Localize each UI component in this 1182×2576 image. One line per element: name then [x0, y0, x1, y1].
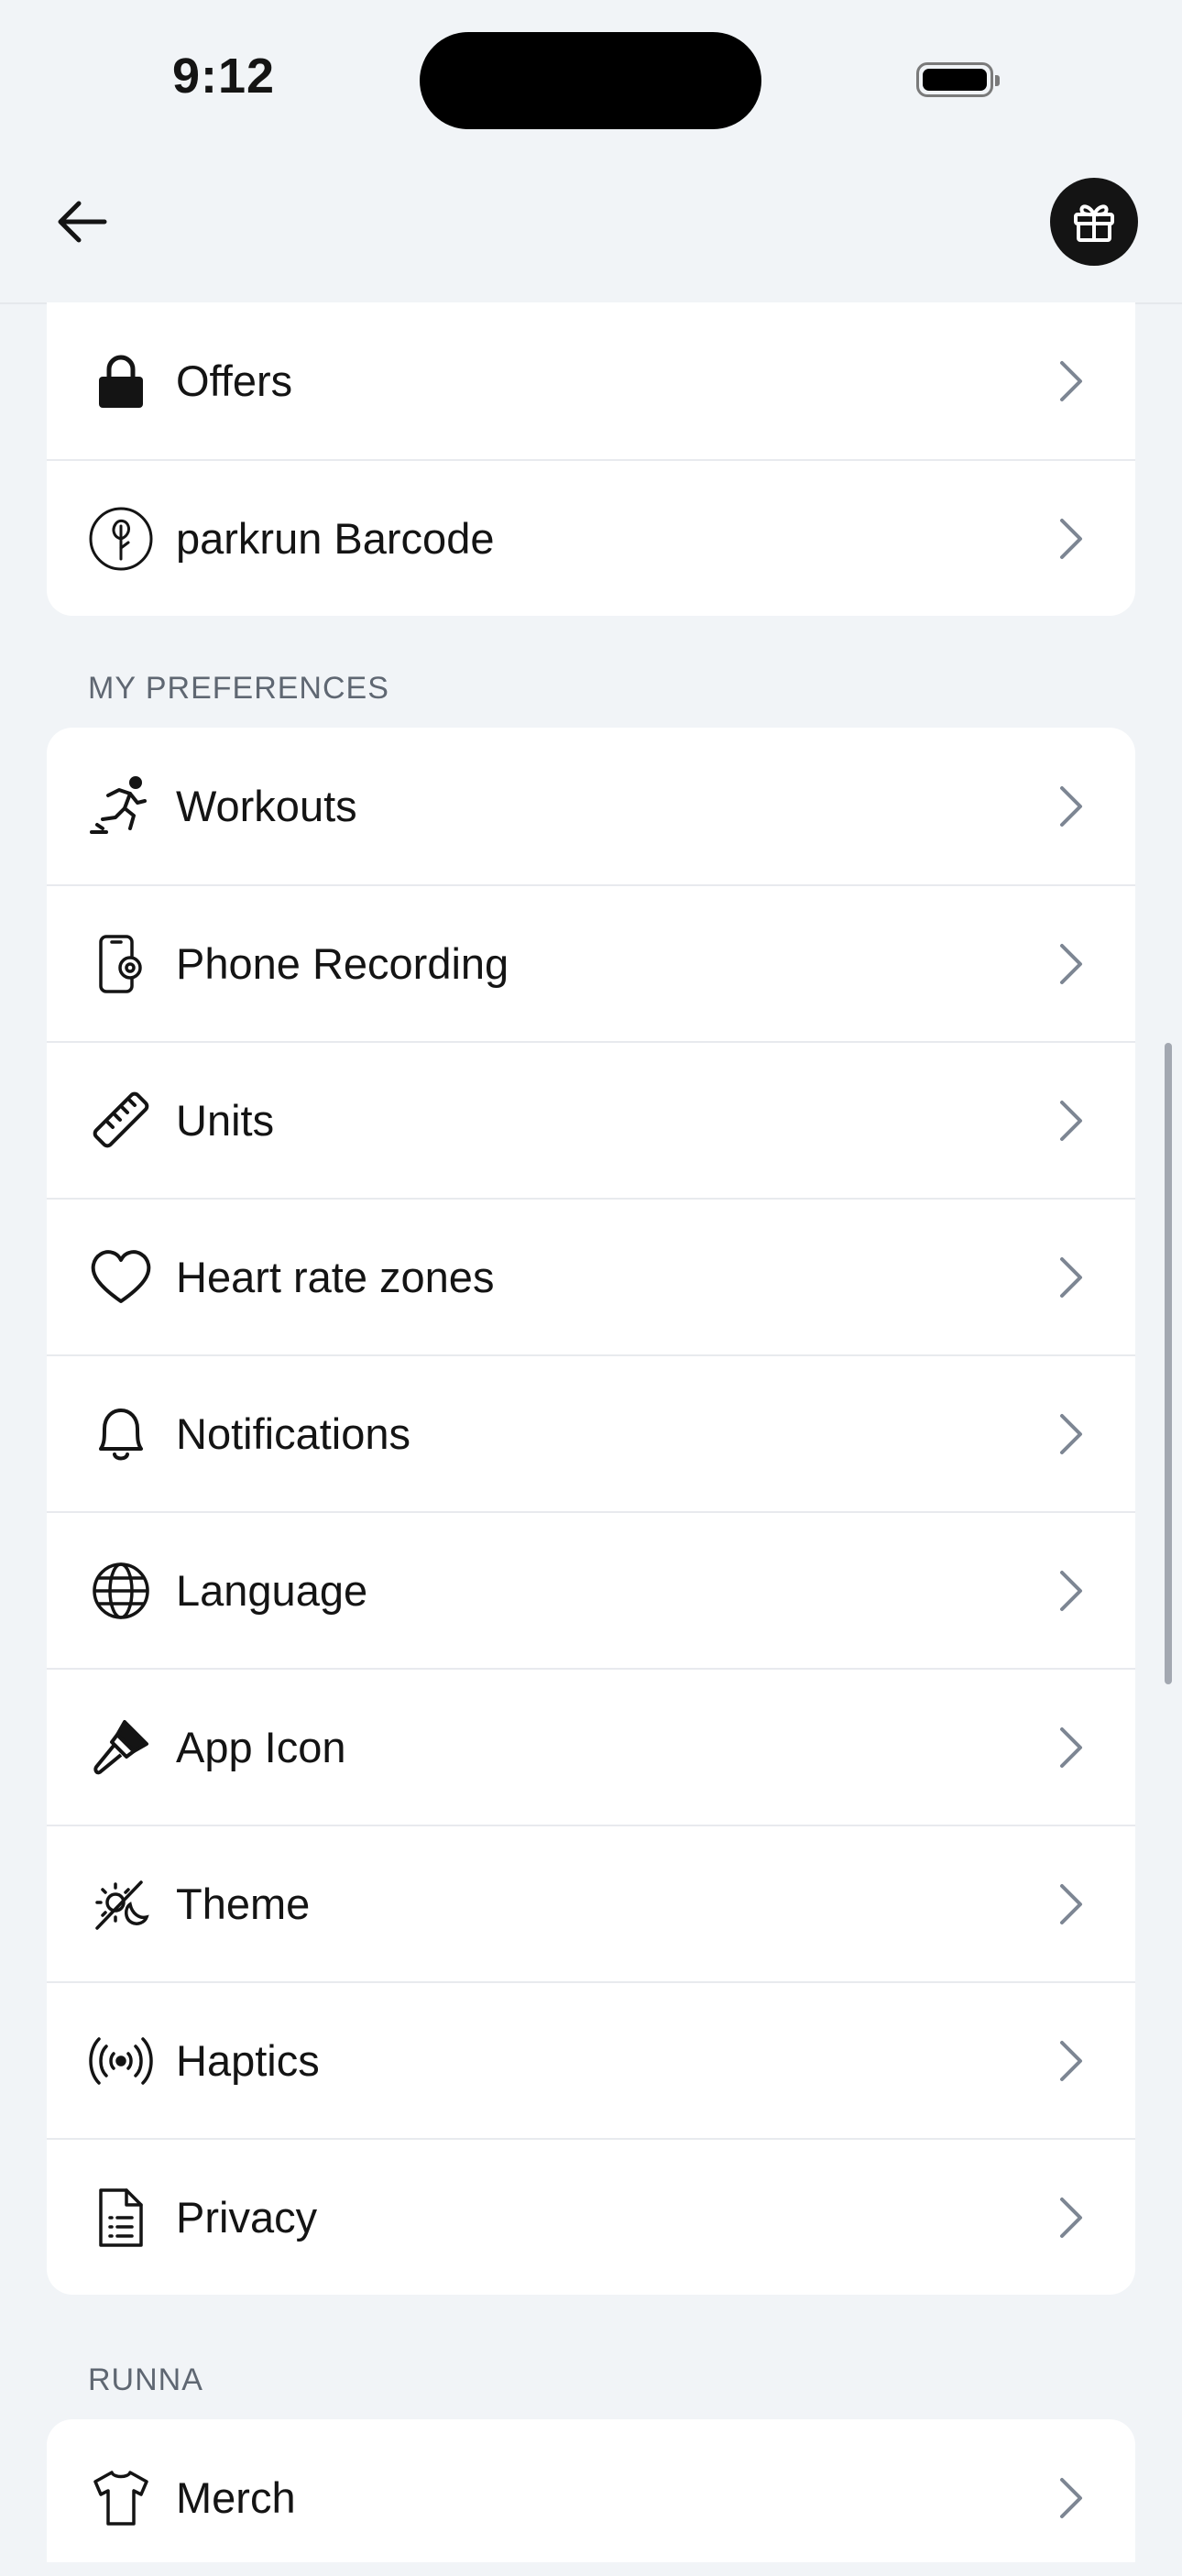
item-label: App Icon: [176, 1723, 346, 1771]
list-item-parkrun-barcode[interactable]: parkrun Barcode: [47, 459, 1135, 616]
item-label: parkrun Barcode: [176, 514, 495, 563]
list-item-app-icon[interactable]: App Icon: [47, 1668, 1135, 1825]
runna-card: Merch: [47, 2419, 1135, 2562]
list-item-heart-rate-zones[interactable]: Heart rate zones: [47, 1198, 1135, 1354]
item-label: Language: [176, 1566, 368, 1615]
list-item-offers[interactable]: Offers: [47, 302, 1135, 459]
nav-bar: [0, 156, 1182, 304]
item-label: Phone Recording: [176, 939, 509, 988]
chevron-right-icon: [1053, 358, 1089, 404]
battery-icon: [916, 62, 1000, 97]
item-label: Haptics: [176, 2036, 320, 2085]
document-icon: [88, 2185, 154, 2251]
chevron-right-icon: [1053, 1411, 1089, 1457]
chevron-right-icon: [1053, 516, 1089, 562]
item-label: Heart rate zones: [176, 1253, 495, 1301]
chevron-right-icon: [1053, 784, 1089, 829]
theme-icon: [88, 1871, 154, 1937]
tshirt-icon: [88, 2465, 154, 2531]
chevron-right-icon: [1053, 2038, 1089, 2084]
dynamic-island: [420, 32, 761, 129]
gift-icon: [1074, 204, 1114, 242]
list-item-privacy[interactable]: Privacy: [47, 2138, 1135, 2295]
chevron-right-icon: [1053, 1568, 1089, 1614]
list-item-haptics[interactable]: Haptics: [47, 1981, 1135, 2138]
item-label: Workouts: [176, 782, 357, 830]
lock-icon: [88, 348, 154, 414]
phone-recording-icon: [88, 931, 154, 997]
haptics-icon: [88, 2028, 154, 2094]
chevron-right-icon: [1053, 1255, 1089, 1300]
item-label: Offers: [176, 356, 293, 405]
section-title-preferences: MY PREFERENCES: [88, 671, 389, 706]
heart-icon: [88, 1244, 154, 1310]
item-label: Notifications: [176, 1409, 410, 1458]
account-card: Offers parkrun Barcode: [47, 302, 1135, 616]
list-item-merch[interactable]: Merch: [47, 2419, 1135, 2576]
parkrun-icon: [88, 506, 154, 572]
scrollbar[interactable]: [1165, 1043, 1172, 1684]
item-label: Merch: [176, 2473, 296, 2522]
chevron-right-icon: [1053, 1098, 1089, 1144]
back-arrow-icon[interactable]: [53, 192, 112, 251]
paintbrush-icon: [88, 1715, 154, 1781]
chevron-right-icon: [1053, 2195, 1089, 2241]
preferences-card: Workouts Phone Recording Units Heart rat…: [47, 728, 1135, 2295]
chevron-right-icon: [1053, 1725, 1089, 1770]
list-item-units[interactable]: Units: [47, 1041, 1135, 1198]
status-bar: 9:12: [0, 0, 1182, 156]
gift-button[interactable]: [1050, 178, 1138, 266]
section-title-runna: RUNNA: [88, 2362, 203, 2397]
item-label: Units: [176, 1096, 275, 1145]
ruler-icon: [88, 1088, 154, 1154]
list-item-workouts[interactable]: Workouts: [47, 728, 1135, 884]
list-item-theme[interactable]: Theme: [47, 1825, 1135, 1981]
chevron-right-icon: [1053, 941, 1089, 987]
item-label: Theme: [176, 1880, 311, 1928]
runner-icon: [88, 773, 154, 839]
list-item-phone-recording[interactable]: Phone Recording: [47, 884, 1135, 1041]
globe-icon: [88, 1558, 154, 1624]
list-item-language[interactable]: Language: [47, 1511, 1135, 1668]
status-time: 9:12: [172, 49, 276, 104]
bell-icon: [88, 1401, 154, 1467]
chevron-right-icon: [1053, 1881, 1089, 1927]
item-label: Privacy: [176, 2193, 318, 2242]
chevron-right-icon: [1053, 2475, 1089, 2521]
list-item-notifications[interactable]: Notifications: [47, 1354, 1135, 1511]
